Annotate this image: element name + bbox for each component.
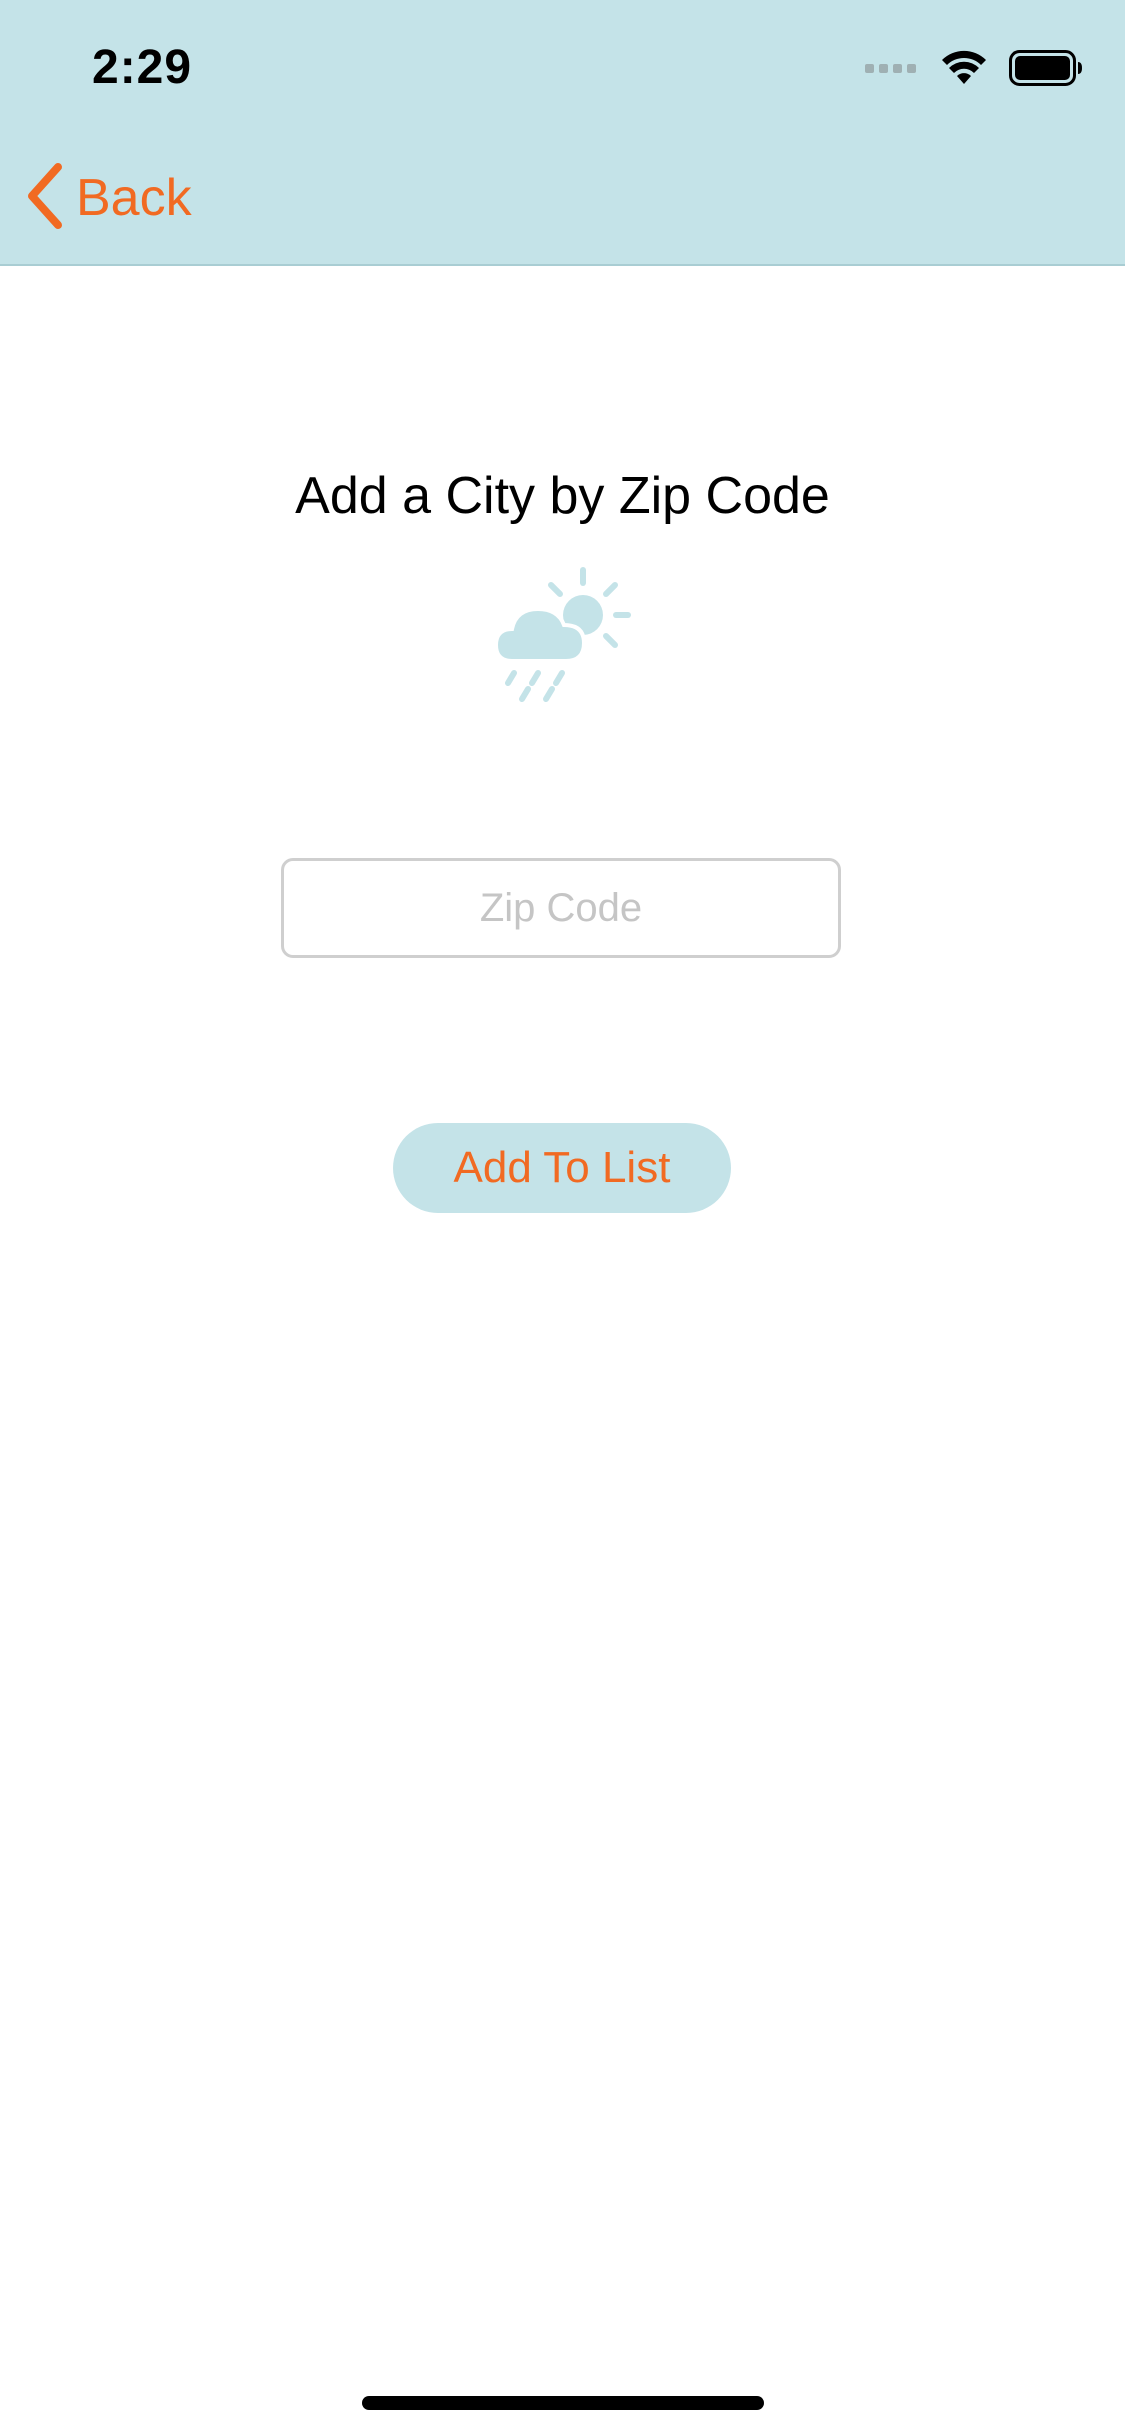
status-icons bbox=[865, 49, 1083, 91]
add-city-screen: 2:29 Back Add a City by Zip Code Zip Cod… bbox=[0, 0, 1125, 2436]
zip-code-input[interactable] bbox=[281, 858, 841, 958]
page-title: Add a City by Zip Code bbox=[295, 467, 830, 525]
back-label: Back bbox=[76, 169, 192, 227]
wifi-icon bbox=[941, 50, 987, 91]
battery-icon bbox=[1009, 49, 1083, 91]
navigation-bar: 2:29 Back bbox=[0, 0, 1125, 266]
chevron-left-icon bbox=[24, 161, 66, 236]
signal-icon bbox=[865, 61, 919, 80]
status-time: 2:29 bbox=[92, 41, 193, 94]
add-to-list-button[interactable]: Add To List bbox=[393, 1123, 731, 1213]
weather-rain-sun-icon bbox=[492, 565, 632, 705]
home-indicator[interactable] bbox=[362, 2396, 764, 2410]
back-button[interactable]: Back bbox=[24, 158, 192, 238]
